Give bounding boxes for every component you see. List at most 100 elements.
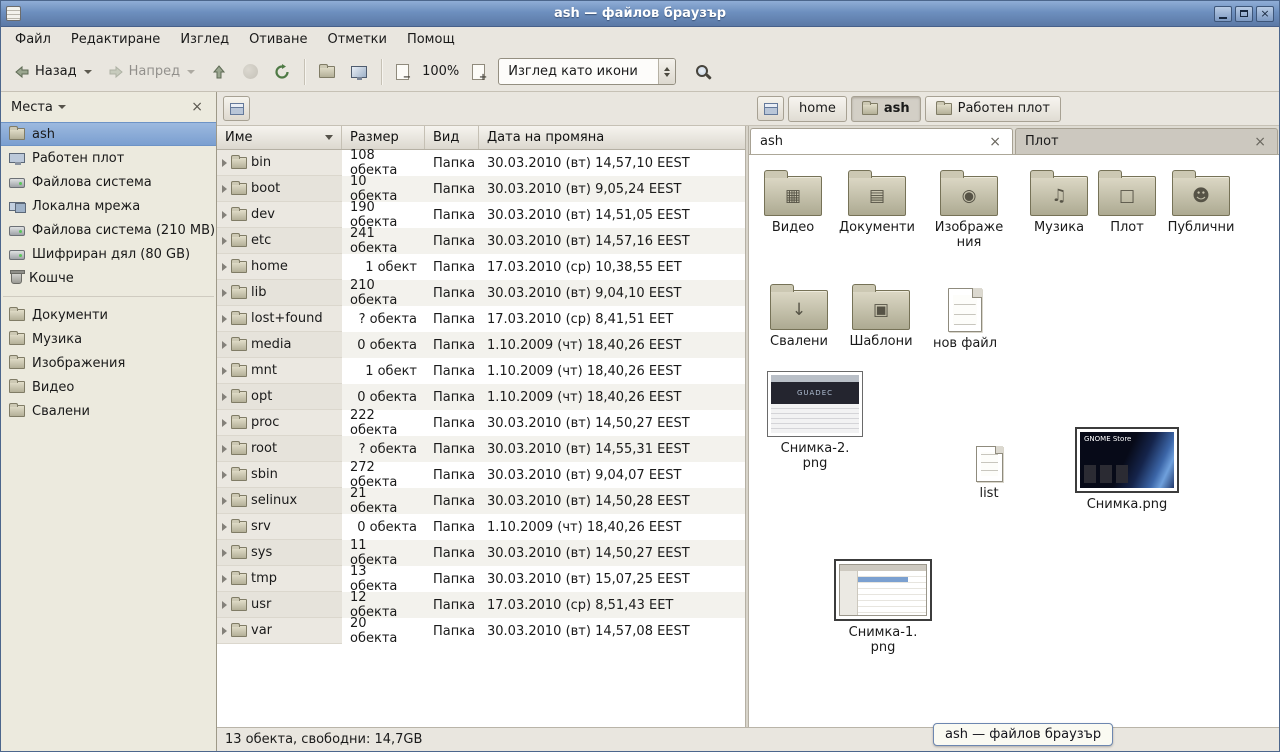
column-header-size[interactable]: Размер xyxy=(342,126,425,149)
file-item-list[interactable]: list xyxy=(961,443,1017,502)
expander-icon[interactable] xyxy=(222,601,227,609)
folder-item-downloads[interactable]: ↓ Свалени xyxy=(761,283,837,350)
column-header-type[interactable]: Вид xyxy=(425,126,479,149)
file-item-new-file[interactable]: нов файл xyxy=(927,283,1003,352)
maximize-button[interactable] xyxy=(1235,6,1253,22)
home-button[interactable] xyxy=(312,60,342,84)
view-mode-select[interactable]: Изглед като икони xyxy=(498,58,676,85)
folder-item-documents[interactable]: ▤ Документи xyxy=(833,169,921,236)
expander-icon[interactable] xyxy=(222,237,227,245)
forward-button[interactable]: Напред xyxy=(101,58,202,86)
breadcrumb-home[interactable]: home xyxy=(788,96,847,122)
reload-button[interactable] xyxy=(267,58,297,86)
sidebar-chevron-icon[interactable] xyxy=(58,105,66,109)
search-button[interactable] xyxy=(688,58,717,85)
titlebar[interactable]: ash — файлов браузър × xyxy=(1,1,1279,27)
breadcrumb-root-button[interactable] xyxy=(757,96,784,121)
menu-item[interactable]: Отиване xyxy=(239,29,317,50)
expander-icon[interactable] xyxy=(222,471,227,479)
menu-item[interactable]: Помощ xyxy=(397,29,465,50)
menu-item[interactable]: Редактиране xyxy=(61,29,170,50)
folder-item-music[interactable]: ♫ Музика xyxy=(1021,169,1097,236)
menu-item[interactable]: Файл xyxy=(5,29,61,50)
column-header-date[interactable]: Дата на промяна xyxy=(479,126,745,149)
expander-icon[interactable] xyxy=(222,393,227,401)
file-item-snimka[interactable]: GNOME Store Снимка.png xyxy=(1075,427,1179,513)
file-row[interactable]: usr 12 обекта Папка 17.03.2010 (ср) 8,51… xyxy=(217,592,745,618)
back-history-chevron-icon[interactable] xyxy=(84,70,92,74)
expander-icon[interactable] xyxy=(222,549,227,557)
sidebar-item[interactable]: Кошче xyxy=(1,266,216,290)
expander-icon[interactable] xyxy=(222,185,227,193)
file-row[interactable]: etc 241 обекта Папка 30.03.2010 (вт) 14,… xyxy=(217,228,745,254)
file-row[interactable]: var 20 обекта Папка 30.03.2010 (вт) 14,5… xyxy=(217,618,745,644)
sidebar-item[interactable]: Изображения xyxy=(1,351,216,375)
sidebar-item[interactable]: Локална мрежа xyxy=(1,194,216,218)
expander-icon[interactable] xyxy=(222,575,227,583)
expander-icon[interactable] xyxy=(222,263,227,271)
expander-icon[interactable] xyxy=(222,341,227,349)
sidebar-item[interactable]: Файлова система xyxy=(1,170,216,194)
file-row[interactable]: sbin 272 обекта Папка 30.03.2010 (вт) 9,… xyxy=(217,462,745,488)
folder-item-public[interactable]: ☻ Публични xyxy=(1161,169,1241,236)
expander-icon[interactable] xyxy=(222,315,227,323)
tab-close-icon[interactable]: × xyxy=(987,135,1003,149)
tab-close-icon[interactable]: × xyxy=(1252,135,1268,149)
folder-item-pictures[interactable]: ◉ Изображения xyxy=(927,169,1011,251)
folder-item-desktop[interactable]: □ Плот xyxy=(1095,169,1159,236)
zoom-out-button[interactable]: − xyxy=(389,58,416,86)
sidebar-item[interactable]: Видео xyxy=(1,375,216,399)
expander-icon[interactable] xyxy=(222,419,227,427)
expander-icon[interactable] xyxy=(222,497,227,505)
file-row[interactable]: mnt 1 обект Папка 1.10.2009 (чт) 18,40,2… xyxy=(217,358,745,384)
expander-icon[interactable] xyxy=(222,627,227,635)
icon-grid[interactable]: ▦ Видео ▤ Документи ◉ Изображения ♫ xyxy=(749,155,1279,727)
close-button[interactable]: × xyxy=(1256,6,1274,22)
file-row[interactable]: lost+found ? обекта Папка 17.03.2010 (ср… xyxy=(217,306,745,332)
expander-icon[interactable] xyxy=(222,289,227,297)
sidebar-item[interactable]: ash xyxy=(1,122,216,146)
file-row[interactable]: dev 190 обекта Папка 30.03.2010 (вт) 14,… xyxy=(217,202,745,228)
sidebar-item[interactable]: Файлова система (210 MB) xyxy=(1,218,216,242)
breadcrumb-ash[interactable]: ash xyxy=(851,96,921,122)
file-row[interactable]: tmp 13 обекта Папка 30.03.2010 (вт) 15,0… xyxy=(217,566,745,592)
expander-icon[interactable] xyxy=(222,159,227,167)
sidebar-item[interactable]: Свалени xyxy=(1,399,216,423)
file-item-snimka1[interactable]: Снимка-1.png xyxy=(833,559,933,656)
sidebar-item[interactable]: Работен плот xyxy=(1,146,216,170)
file-row[interactable]: sys 11 обекта Папка 30.03.2010 (вт) 14,5… xyxy=(217,540,745,566)
file-row[interactable]: bin 108 обекта Папка 30.03.2010 (вт) 14,… xyxy=(217,150,745,176)
expander-icon[interactable] xyxy=(222,367,227,375)
menu-item[interactable]: Изглед xyxy=(170,29,239,50)
file-row[interactable]: home 1 обект Папка 17.03.2010 (ср) 10,38… xyxy=(217,254,745,280)
expander-icon[interactable] xyxy=(222,445,227,453)
up-button[interactable] xyxy=(204,58,234,86)
expander-icon[interactable] xyxy=(222,523,227,531)
file-row[interactable]: media 0 обекта Папка 1.10.2009 (чт) 18,4… xyxy=(217,332,745,358)
file-row[interactable]: opt 0 обекта Папка 1.10.2009 (чт) 18,40,… xyxy=(217,384,745,410)
stop-button[interactable] xyxy=(236,58,265,85)
pane-toggle-button[interactable] xyxy=(223,96,250,121)
breadcrumb-desktop[interactable]: Работен плот xyxy=(925,96,1061,122)
file-row[interactable]: proc 222 обекта Папка 30.03.2010 (вт) 14… xyxy=(217,410,745,436)
sidebar-close-button[interactable]: × xyxy=(188,99,206,115)
sidebar-item[interactable]: Документи xyxy=(1,303,216,327)
zoom-in-button[interactable]: + xyxy=(465,58,492,86)
sidebar-item[interactable]: Шифриран дял (80 GB) xyxy=(1,242,216,266)
file-row[interactable]: boot 10 обекта Папка 30.03.2010 (вт) 9,0… xyxy=(217,176,745,202)
column-header-name[interactable]: Име xyxy=(217,126,342,149)
sidebar-title[interactable]: Места xyxy=(11,100,53,115)
file-row[interactable]: lib 210 обекта Папка 30.03.2010 (вт) 9,0… xyxy=(217,280,745,306)
minimize-button[interactable] xyxy=(1214,6,1232,22)
file-item-snimka2[interactable]: GUADEC Снимка-2.png xyxy=(765,371,865,472)
menu-item[interactable]: Отметки xyxy=(317,29,396,50)
view-mode-spinner[interactable] xyxy=(658,59,675,84)
folder-item-templates[interactable]: ▣ Шаблони xyxy=(841,283,921,350)
sidebar-item[interactable]: Музика xyxy=(1,327,216,351)
file-row[interactable]: srv 0 обекта Папка 1.10.2009 (чт) 18,40,… xyxy=(217,514,745,540)
back-button[interactable]: Назад xyxy=(7,58,99,86)
file-row[interactable]: root ? обекта Папка 30.03.2010 (вт) 14,5… xyxy=(217,436,745,462)
folder-item-video[interactable]: ▦ Видео xyxy=(755,169,831,236)
file-row[interactable]: selinux 21 обекта Папка 30.03.2010 (вт) … xyxy=(217,488,745,514)
tab-ash[interactable]: ash × xyxy=(750,128,1013,154)
